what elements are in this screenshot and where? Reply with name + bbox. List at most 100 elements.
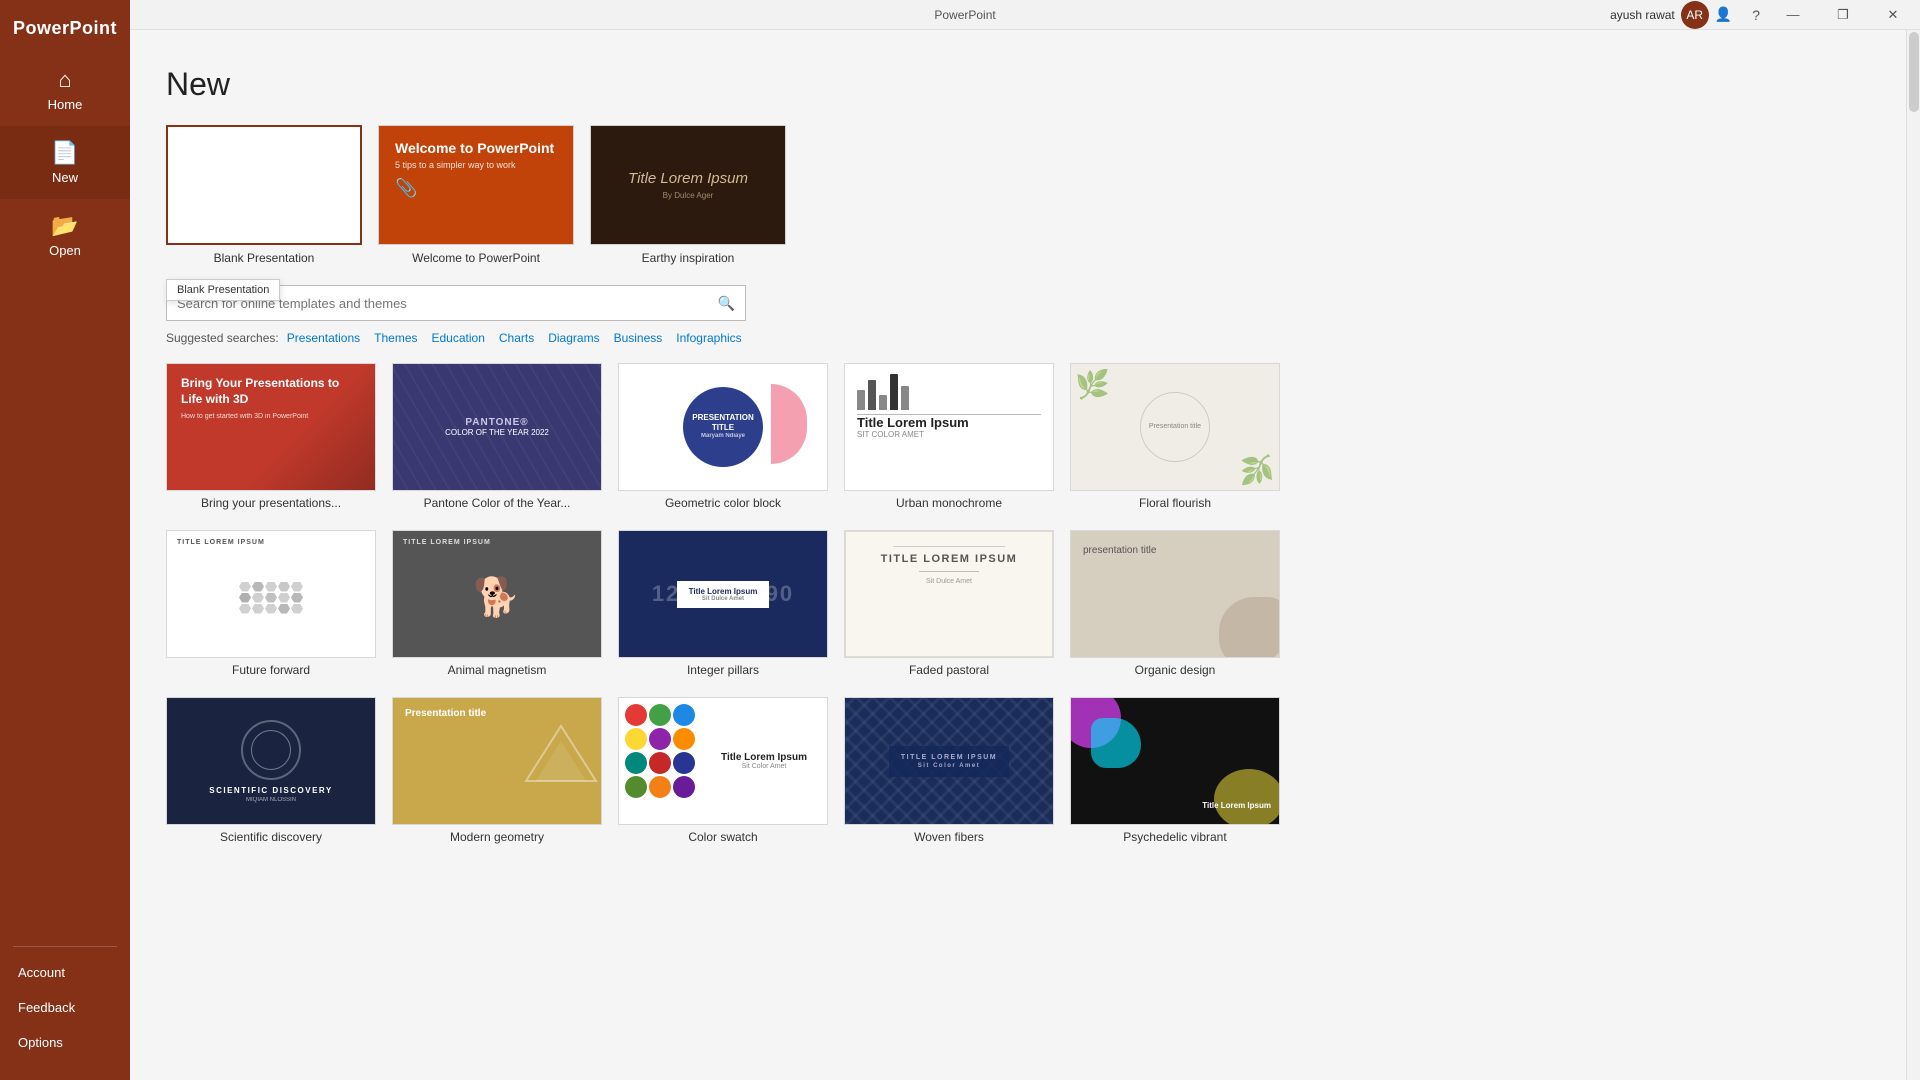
sc12 bbox=[673, 776, 695, 798]
feedback-label: Feedback bbox=[18, 1000, 75, 1015]
future-label: TITLE LOREM IPSUM bbox=[177, 539, 365, 546]
animal-dog-icon: 🐕 bbox=[403, 546, 591, 649]
template-bring[interactable]: Bring Your Presentations to Life with 3D… bbox=[166, 363, 376, 510]
psychedelic-blob2 bbox=[1091, 718, 1141, 768]
h3 bbox=[265, 582, 277, 592]
h15 bbox=[291, 604, 303, 614]
sc5 bbox=[649, 728, 671, 750]
integer-sub: Sit Dulce Amet bbox=[689, 596, 758, 602]
sidebar-item-new-label: New bbox=[52, 170, 78, 185]
suggested-infographics[interactable]: Infographics bbox=[676, 331, 741, 345]
floral-deco-br: 🌿 bbox=[1240, 453, 1275, 486]
sc8 bbox=[649, 752, 671, 774]
template-color-swatch[interactable]: Title Lorem Ipsum Sit Color Amet Color s… bbox=[618, 697, 828, 844]
earthy-preview: Title Lorem Ipsum By Dulce Ager bbox=[591, 126, 785, 244]
modern-label: Modern geometry bbox=[392, 830, 602, 844]
organic-preview: presentation title bbox=[1071, 531, 1279, 657]
sc3 bbox=[673, 704, 695, 726]
template-integer[interactable]: 1234567890 Title Lorem Ipsum Sit Dulce A… bbox=[618, 530, 828, 677]
woven-thumb: TITLE LOREM IPSUM Sit Color Amet bbox=[844, 697, 1054, 825]
integer-preview: 1234567890 Title Lorem Ipsum Sit Dulce A… bbox=[619, 531, 827, 657]
urban-thumb: Title Lorem Ipsum SIT COLOR AMET bbox=[844, 363, 1054, 491]
sc4 bbox=[625, 728, 647, 750]
pantone-thumb: PANTONE® COLOR OF THE YEAR 2022 bbox=[392, 363, 602, 491]
scrollbar-track[interactable] bbox=[1906, 30, 1920, 1080]
open-icon: 📂 bbox=[51, 215, 78, 237]
sc2 bbox=[649, 704, 671, 726]
psychedelic-text: Title Lorem Ipsum bbox=[1202, 801, 1271, 810]
woven-preview: TITLE LOREM IPSUM Sit Color Amet bbox=[845, 698, 1053, 824]
template-geometric[interactable]: PRESENTATION TITLE Maryam Ndiaye Geometr… bbox=[618, 363, 828, 510]
home-icon: ⌂ bbox=[58, 69, 71, 91]
template-modern[interactable]: Presentation title Modern geometry bbox=[392, 697, 602, 844]
suggested-themes[interactable]: Themes bbox=[374, 331, 417, 345]
h7 bbox=[252, 593, 264, 603]
profile-icon[interactable]: 👤 bbox=[1715, 6, 1732, 23]
template-scientific[interactable]: SCIENTIFIC DISCOVERY MIQIAM NLOSSIN Scie… bbox=[166, 697, 376, 844]
suggested-business[interactable]: Business bbox=[614, 331, 663, 345]
template-organic[interactable]: presentation title Organic design bbox=[1070, 530, 1280, 677]
suggested-charts[interactable]: Charts bbox=[499, 331, 534, 345]
suggested-label: Suggested searches: bbox=[166, 331, 279, 345]
faded-preview: TITLE LOREM IPSUM Sit Dulce Amet bbox=[845, 531, 1053, 657]
pantone-preview: PANTONE® COLOR OF THE YEAR 2022 bbox=[393, 364, 601, 490]
geometric-sub: Maryam Ndiaye bbox=[701, 433, 745, 441]
minimize-button[interactable]: — bbox=[1770, 0, 1816, 30]
organic-label: Organic design bbox=[1070, 663, 1280, 677]
avatar[interactable]: AR bbox=[1681, 1, 1709, 29]
featured-welcome[interactable]: Welcome to PowerPoint 5 tips to a simple… bbox=[378, 125, 574, 265]
swatch-sub: Sit Color Amet bbox=[742, 763, 787, 770]
sidebar-item-options[interactable]: Options bbox=[0, 1025, 130, 1060]
template-future[interactable]: TITLE LOREM IPSUM bbox=[166, 530, 376, 677]
urban-bars bbox=[857, 374, 1041, 410]
featured-blank[interactable]: Blank Presentation Blank Presentation bbox=[166, 125, 362, 265]
swatch-right: Title Lorem Ipsum Sit Color Amet bbox=[701, 698, 827, 824]
sidebar-item-account[interactable]: Account bbox=[0, 955, 130, 990]
future-hex bbox=[177, 546, 365, 649]
modern-preview: Presentation title bbox=[393, 698, 601, 824]
swatch-title: Title Lorem Ipsum bbox=[721, 752, 807, 763]
template-animal[interactable]: TITLE LOREM IPSUM 🐕 Animal magnetism bbox=[392, 530, 602, 677]
h1 bbox=[239, 582, 251, 592]
future-preview: TITLE LOREM IPSUM bbox=[167, 531, 375, 657]
template-floral[interactable]: 🌿 Presentation title 🌿 Floral flourish bbox=[1070, 363, 1280, 510]
scrollbar-thumb[interactable] bbox=[1909, 32, 1919, 112]
template-urban[interactable]: Title Lorem Ipsum SIT COLOR AMET Urban m… bbox=[844, 363, 1054, 510]
template-faded[interactable]: TITLE LOREM IPSUM Sit Dulce Amet Faded p… bbox=[844, 530, 1054, 677]
h13 bbox=[265, 604, 277, 614]
h14 bbox=[278, 604, 290, 614]
close-button[interactable]: ✕ bbox=[1870, 0, 1916, 30]
template-pantone[interactable]: PANTONE® COLOR OF THE YEAR 2022 Pantone … bbox=[392, 363, 602, 510]
welcome-preview: Welcome to PowerPoint 5 tips to a simple… bbox=[379, 126, 573, 244]
sidebar-item-feedback[interactable]: Feedback bbox=[0, 990, 130, 1025]
template-woven[interactable]: TITLE LOREM IPSUM Sit Color Amet Woven f… bbox=[844, 697, 1054, 844]
urban-title: Title Lorem Ipsum bbox=[857, 415, 1041, 430]
sidebar-item-open[interactable]: 📂 Open bbox=[0, 199, 130, 272]
suggested-presentations[interactable]: Presentations bbox=[287, 331, 360, 345]
template-grid: Bring Your Presentations to Life with 3D… bbox=[166, 363, 1884, 844]
template-psychedelic[interactable]: Title Lorem Ipsum Psychedelic vibrant bbox=[1070, 697, 1280, 844]
woven-box: TITLE LOREM IPSUM Sit Color Amet bbox=[889, 746, 1009, 777]
integer-thumb: 1234567890 Title Lorem Ipsum Sit Dulce A… bbox=[618, 530, 828, 658]
urban-preview: Title Lorem Ipsum SIT COLOR AMET bbox=[845, 364, 1053, 490]
search-icon[interactable]: 🔍 bbox=[718, 295, 735, 312]
sidebar-item-new[interactable]: 📄 New bbox=[0, 126, 130, 199]
sidebar-item-home[interactable]: ⌂ Home bbox=[0, 53, 130, 126]
featured-earthy[interactable]: Title Lorem Ipsum By Dulce Ager Earthy i… bbox=[590, 125, 786, 265]
sidebar-nav: ⌂ Home 📄 New 📂 Open bbox=[0, 53, 130, 938]
suggested-education[interactable]: Education bbox=[432, 331, 485, 345]
modern-thumb: Presentation title bbox=[392, 697, 602, 825]
welcome-thumb: Welcome to PowerPoint 5 tips to a simple… bbox=[378, 125, 574, 245]
scientific-preview: SCIENTIFIC DISCOVERY MIQIAM NLOSSIN bbox=[167, 698, 375, 824]
suggested-diagrams[interactable]: Diagrams bbox=[548, 331, 599, 345]
options-label: Options bbox=[18, 1035, 63, 1050]
animal-label: TITLE LOREM IPSUM bbox=[403, 539, 591, 546]
floral-deco-tl: 🌿 bbox=[1075, 368, 1110, 401]
integer-label: Integer pillars bbox=[618, 663, 828, 677]
restore-button[interactable]: ❐ bbox=[1820, 0, 1866, 30]
h10 bbox=[291, 593, 303, 603]
h2 bbox=[252, 582, 264, 592]
help-button[interactable]: ? bbox=[1746, 7, 1766, 23]
avatar-initials: AR bbox=[1686, 8, 1703, 22]
hex-grid bbox=[239, 582, 303, 614]
